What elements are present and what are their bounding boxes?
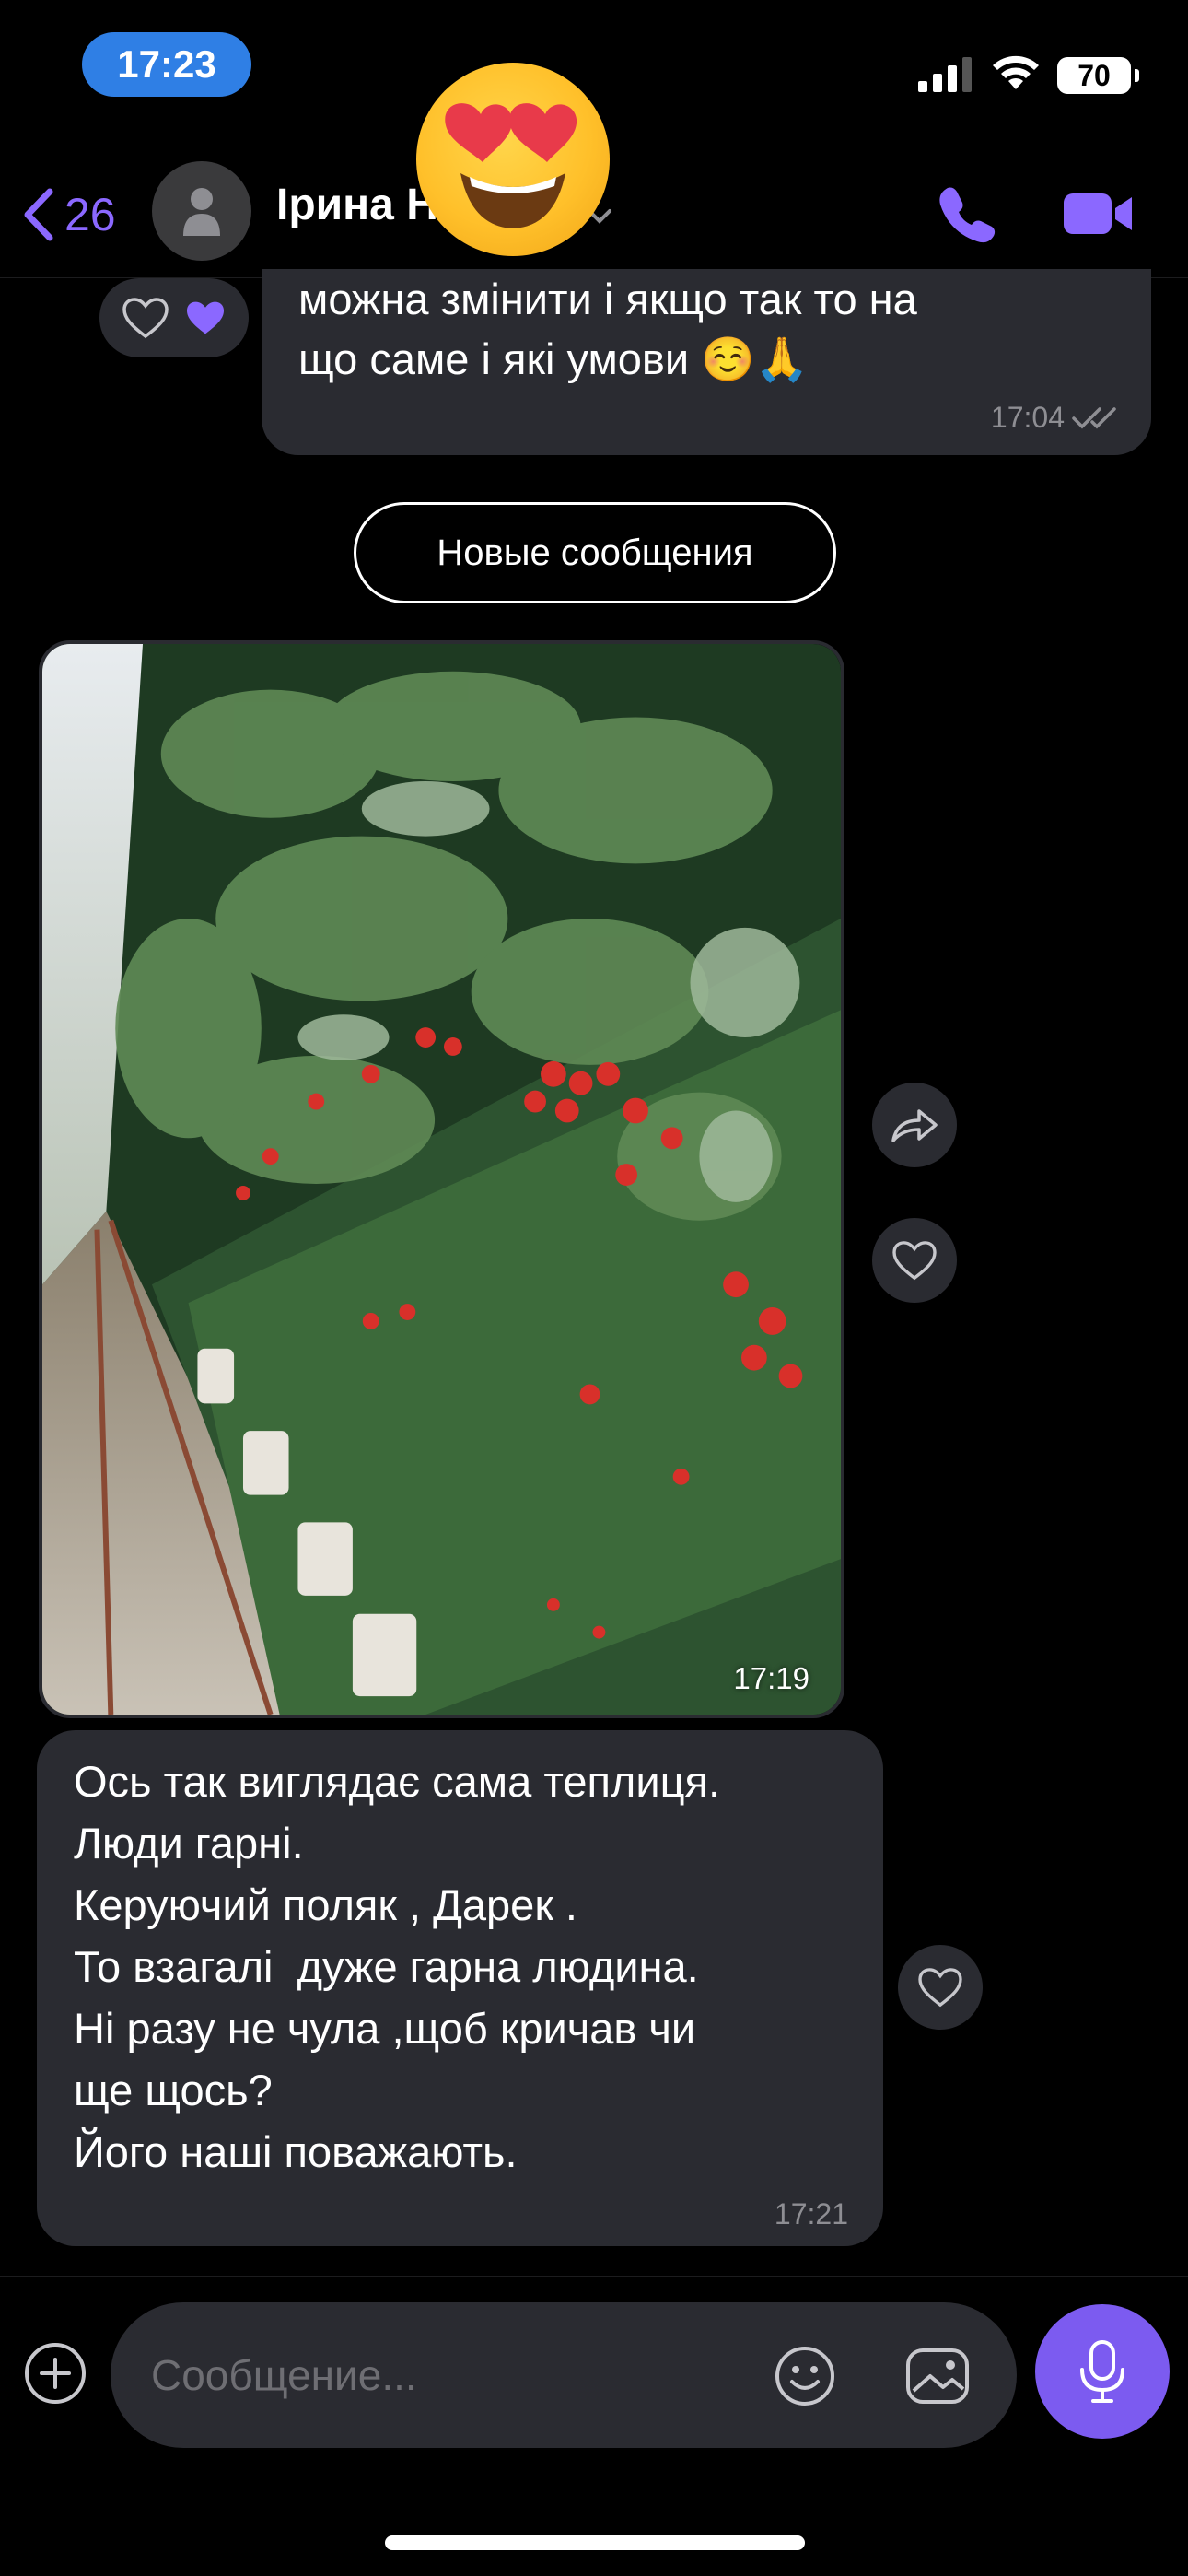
person-icon	[183, 188, 220, 236]
wifi-icon	[993, 55, 1039, 89]
incoming-message[interactable]: Ось так виглядає сама теплиця. Люди гарн…	[37, 1730, 883, 2246]
double-check-icon	[1072, 406, 1116, 428]
contact-name[interactable]: Ірина Н	[276, 180, 438, 230]
message-input[interactable]: Сообщение...	[111, 2302, 1017, 2448]
chevron-left-icon	[24, 188, 53, 241]
like-photo-button[interactable]	[872, 1218, 957, 1303]
record-voice-button[interactable]	[1035, 2304, 1170, 2439]
photo-message[interactable]: 17:19	[39, 640, 844, 1718]
status-time: 17:23	[82, 32, 251, 97]
video-call-icon[interactable]	[1062, 184, 1136, 243]
photo-time: 17:19	[733, 1661, 809, 1695]
outgoing-message[interactable]: можна змінити і якщо так то на що саме і…	[262, 269, 1151, 455]
home-indicator	[385, 2535, 805, 2550]
input-placeholder: Сообщение...	[151, 2351, 417, 2399]
message-text: можна змінити і якщо так то на що саме і…	[298, 275, 917, 383]
message-time: 17:04	[990, 401, 1065, 434]
cellular-signal-icon	[918, 57, 972, 92]
heart-eyes-emoji-icon	[416, 63, 610, 256]
heart-outline-icon[interactable]	[122, 297, 169, 339]
forward-button[interactable]	[872, 1083, 957, 1167]
message-time: 17:21	[774, 2197, 848, 2231]
heart-outline-icon	[892, 1241, 937, 1281]
smiley-icon[interactable]	[774, 2345, 836, 2407]
like-message-button[interactable]	[898, 1945, 983, 2030]
plus-circle-icon[interactable]	[23, 2341, 87, 2406]
battery-indicator: 70	[1057, 57, 1139, 94]
new-messages-divider: Новые сообщения	[354, 502, 836, 603]
heart-filled-icon[interactable]	[184, 299, 227, 336]
message-meta: 17:04	[991, 401, 1122, 435]
heart-outline-icon	[918, 1968, 962, 2008]
back-button[interactable]: 26	[20, 182, 116, 247]
gallery-icon[interactable]	[904, 2345, 971, 2407]
greenhouse-photo	[42, 644, 841, 1715]
reaction-pill[interactable]	[99, 278, 249, 357]
composer: Сообщение...	[0, 2276, 1188, 2576]
message-text: Ось так виглядає сама теплиця. Люди гарн…	[74, 1757, 721, 2176]
avatar[interactable]	[152, 161, 251, 261]
microphone-icon	[1080, 2340, 1124, 2403]
forward-arrow-icon	[891, 1109, 938, 1142]
phone-icon[interactable]	[935, 182, 999, 247]
unread-count: 26	[64, 189, 116, 240]
